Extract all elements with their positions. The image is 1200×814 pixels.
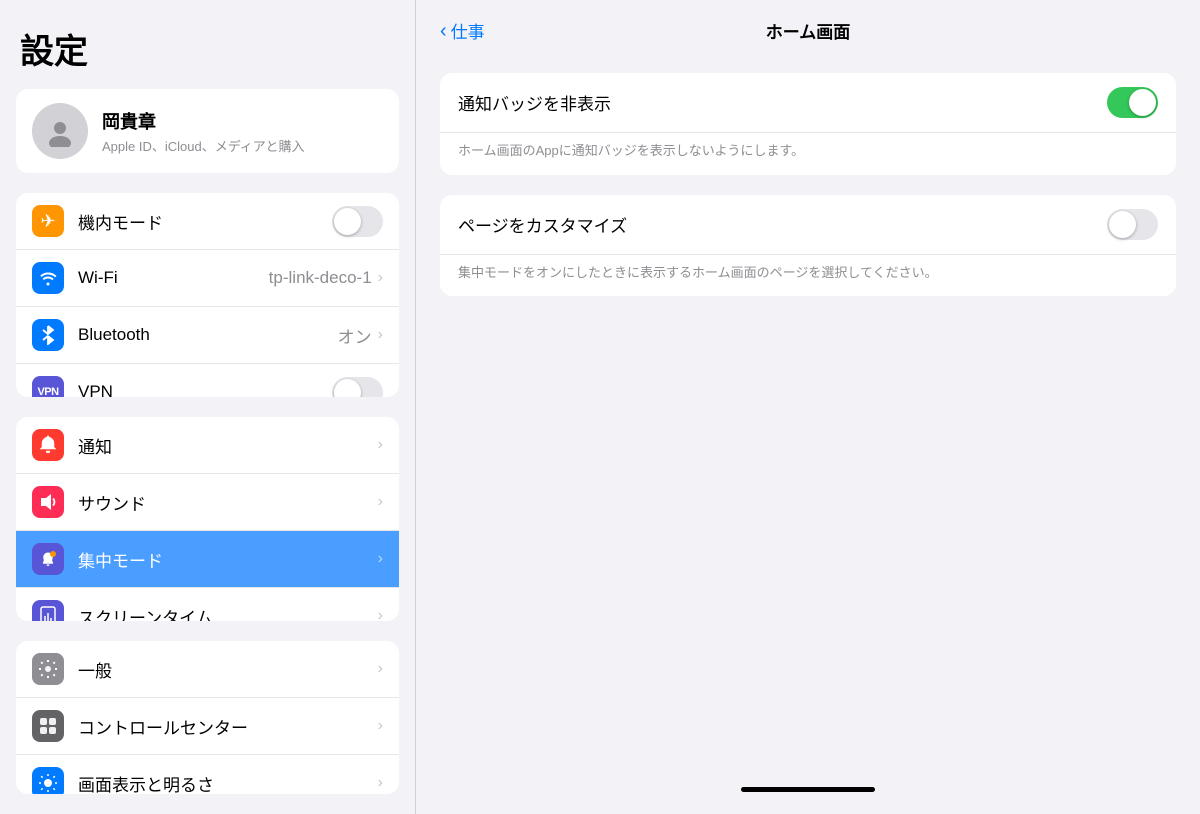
- sidebar-item-label-focus: 集中モード: [78, 547, 378, 572]
- focus-icon: [32, 543, 64, 575]
- page-title: ホーム画面: [766, 18, 851, 43]
- vpn-toggle[interactable]: [332, 377, 383, 398]
- sidebar-item-label-display: 画面表示と明るさ: [78, 771, 378, 794]
- display-chevron: ›: [378, 774, 383, 792]
- profile-sub: Apple ID、iCloud、メディアと購入: [102, 136, 305, 155]
- wifi-icon: [32, 262, 64, 294]
- notifications-icon: [32, 429, 64, 461]
- sidebar-item-focus[interactable]: 集中モード ›: [16, 531, 399, 588]
- back-label: 仕事: [451, 18, 485, 43]
- main-content: 通知バッジを非表示 ホーム画面のAppに通知バッジを表示しないようにします。 ペ…: [416, 57, 1200, 787]
- controlcenter-chevron: ›: [378, 717, 383, 735]
- sidebar-item-screentime[interactable]: スクリーンタイム ›: [16, 588, 399, 621]
- setting-row-customize-pages: ページをカスタマイズ: [440, 195, 1176, 255]
- sidebar-item-label-general: 一般: [78, 657, 378, 682]
- setting-block-pages: ページをカスタマイズ 集中モードをオンにしたときに表示するホーム画面のページを選…: [440, 195, 1176, 297]
- profile-card[interactable]: 岡貴章 Apple ID、iCloud、メディアと購入: [16, 89, 399, 173]
- sidebar-item-wifi[interactable]: Wi-Fi tp-link-deco-1 ›: [16, 250, 399, 307]
- screentime-chevron: ›: [378, 607, 383, 621]
- sidebar-item-vpn[interactable]: VPN VPN: [16, 364, 399, 397]
- sidebar-group-general: 一般 › コントロールセンター ›: [16, 641, 399, 794]
- general-chevron: ›: [378, 660, 383, 678]
- sidebar-item-label-vpn: VPN: [78, 382, 332, 397]
- sidebar-item-label-airplane: 機内モード: [78, 209, 332, 234]
- customize-pages-toggle[interactable]: [1107, 209, 1158, 240]
- sidebar-group-focus: 通知 › サウンド › 集中モード ›: [16, 417, 399, 621]
- customize-pages-label: ページをカスタマイズ: [458, 212, 1107, 237]
- sidebar-item-label-bluetooth: Bluetooth: [78, 325, 338, 345]
- sidebar-item-airplane[interactable]: ✈ 機内モード: [16, 193, 399, 250]
- screentime-icon: [32, 600, 64, 621]
- main-panel: ‹ 仕事 ホーム画面 通知バッジを非表示 ホーム画面のAppに通知バッジを表示し…: [415, 0, 1200, 814]
- sidebar-item-label-wifi: Wi-Fi: [78, 268, 269, 288]
- avatar: [32, 103, 88, 159]
- setting-block-badges: 通知バッジを非表示 ホーム画面のAppに通知バッジを表示しないようにします。: [440, 73, 1176, 175]
- sidebar: 設定 岡貴章 Apple ID、iCloud、メディアと購入 ✈ 機内モード: [0, 0, 415, 814]
- airplane-icon: ✈: [32, 205, 64, 237]
- notifications-chevron: ›: [378, 436, 383, 454]
- profile-name: 岡貴章: [102, 108, 305, 134]
- bluetooth-icon: [32, 319, 64, 351]
- bluetooth-value: オン: [338, 323, 372, 348]
- sidebar-item-controlcenter[interactable]: コントロールセンター ›: [16, 698, 399, 755]
- controlcenter-icon: [32, 710, 64, 742]
- sidebar-group-connectivity: ✈ 機内モード Wi-Fi tp-link-deco-1 ›: [16, 193, 399, 397]
- sidebar-item-label-notifications: 通知: [78, 433, 378, 458]
- back-chevron-icon: ‹: [440, 21, 447, 41]
- general-icon: [32, 653, 64, 685]
- sidebar-title: 設定: [0, 0, 415, 89]
- vpn-icon: VPN: [32, 376, 64, 397]
- wifi-value: tp-link-deco-1: [269, 268, 372, 288]
- focus-chevron: ›: [378, 550, 383, 568]
- customize-pages-desc: 集中モードをオンにしたときに表示するホーム画面のページを選択してください。: [440, 255, 1176, 297]
- home-bar: [741, 787, 875, 792]
- sounds-icon: [32, 486, 64, 518]
- wifi-chevron: ›: [378, 269, 383, 287]
- sidebar-item-general[interactable]: 一般 ›: [16, 641, 399, 698]
- sidebar-item-bluetooth[interactable]: Bluetooth オン ›: [16, 307, 399, 364]
- hide-badges-toggle[interactable]: [1107, 87, 1158, 118]
- display-icon: [32, 767, 64, 794]
- sidebar-item-label-screentime: スクリーンタイム: [78, 604, 378, 622]
- sidebar-item-label-controlcenter: コントロールセンター: [78, 714, 378, 739]
- hide-badges-label: 通知バッジを非表示: [458, 90, 1107, 115]
- airplane-toggle[interactable]: [332, 206, 383, 237]
- profile-info: 岡貴章 Apple ID、iCloud、メディアと購入: [102, 108, 305, 155]
- main-header: ‹ 仕事 ホーム画面: [416, 0, 1200, 57]
- home-bar-container: [416, 787, 1200, 814]
- setting-row-hide-badges: 通知バッジを非表示: [440, 73, 1176, 133]
- sidebar-item-display[interactable]: 画面表示と明るさ ›: [16, 755, 399, 794]
- hide-badges-desc: ホーム画面のAppに通知バッジを表示しないようにします。: [440, 133, 1176, 175]
- sidebar-item-label-sounds: サウンド: [78, 490, 378, 515]
- sounds-chevron: ›: [378, 493, 383, 511]
- sidebar-item-notifications[interactable]: 通知 ›: [16, 417, 399, 474]
- bluetooth-chevron: ›: [378, 326, 383, 344]
- back-button[interactable]: ‹ 仕事: [440, 18, 485, 43]
- sidebar-item-sounds[interactable]: サウンド ›: [16, 474, 399, 531]
